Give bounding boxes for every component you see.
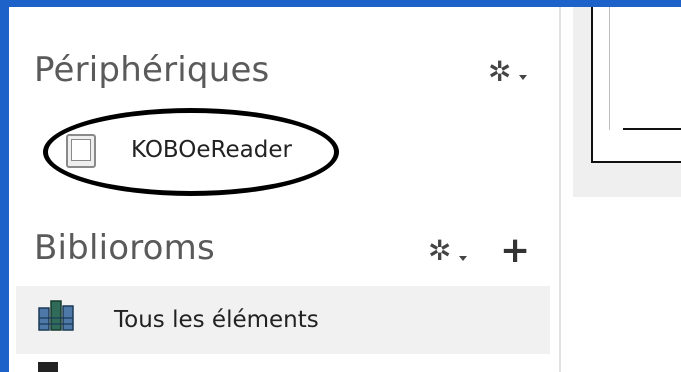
gear-icon: ✲ bbox=[428, 234, 452, 267]
section-title-devices: Périphériques bbox=[34, 50, 270, 90]
gear-icon: ✲ bbox=[488, 55, 512, 88]
window-top-border bbox=[0, 0, 681, 7]
window-frame: Périphériques ✲ KOBOeReader Biblioroms ✲… bbox=[0, 0, 681, 372]
chevron-down-icon bbox=[459, 256, 467, 261]
add-library-button[interactable]: + bbox=[500, 233, 530, 269]
ereader-icon bbox=[66, 134, 96, 168]
sidebar-item-label: Tous les éléments bbox=[114, 307, 319, 333]
window-left-border bbox=[0, 0, 9, 372]
section-title-libraries: Biblioroms bbox=[34, 228, 215, 268]
preview-card-line bbox=[623, 128, 681, 130]
device-label: KOBOeReader bbox=[131, 137, 292, 163]
next-item-icon bbox=[38, 362, 58, 372]
chevron-down-icon bbox=[519, 75, 527, 80]
preview-card[interactable] bbox=[591, 7, 681, 163]
library-icon bbox=[38, 300, 74, 331]
preview-card-edge bbox=[609, 7, 610, 130]
